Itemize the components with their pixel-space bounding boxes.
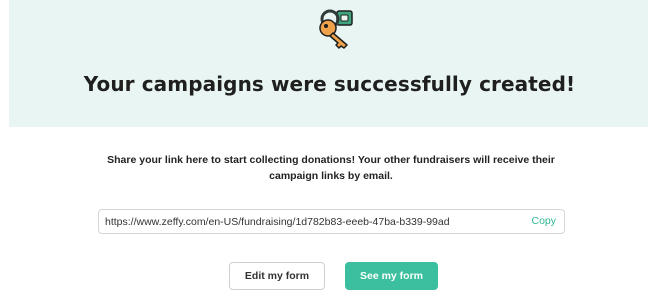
edit-form-button[interactable]: Edit my form: [229, 262, 325, 290]
copy-link-button[interactable]: Copy: [531, 215, 556, 227]
see-form-button[interactable]: See my form: [345, 262, 438, 290]
share-instructions: Share your link here to start collecting…: [107, 154, 555, 182]
campaign-link-url[interactable]: https://www.zeffy.com/en-US/fundraising/…: [105, 216, 521, 228]
key-icon: [319, 9, 353, 49]
page-title: Your campaigns were successfully created…: [83, 72, 576, 96]
campaign-link-field[interactable]: https://www.zeffy.com/en-US/fundraising/…: [98, 209, 565, 234]
success-banner: Your campaigns were successfully created…: [9, 0, 648, 127]
